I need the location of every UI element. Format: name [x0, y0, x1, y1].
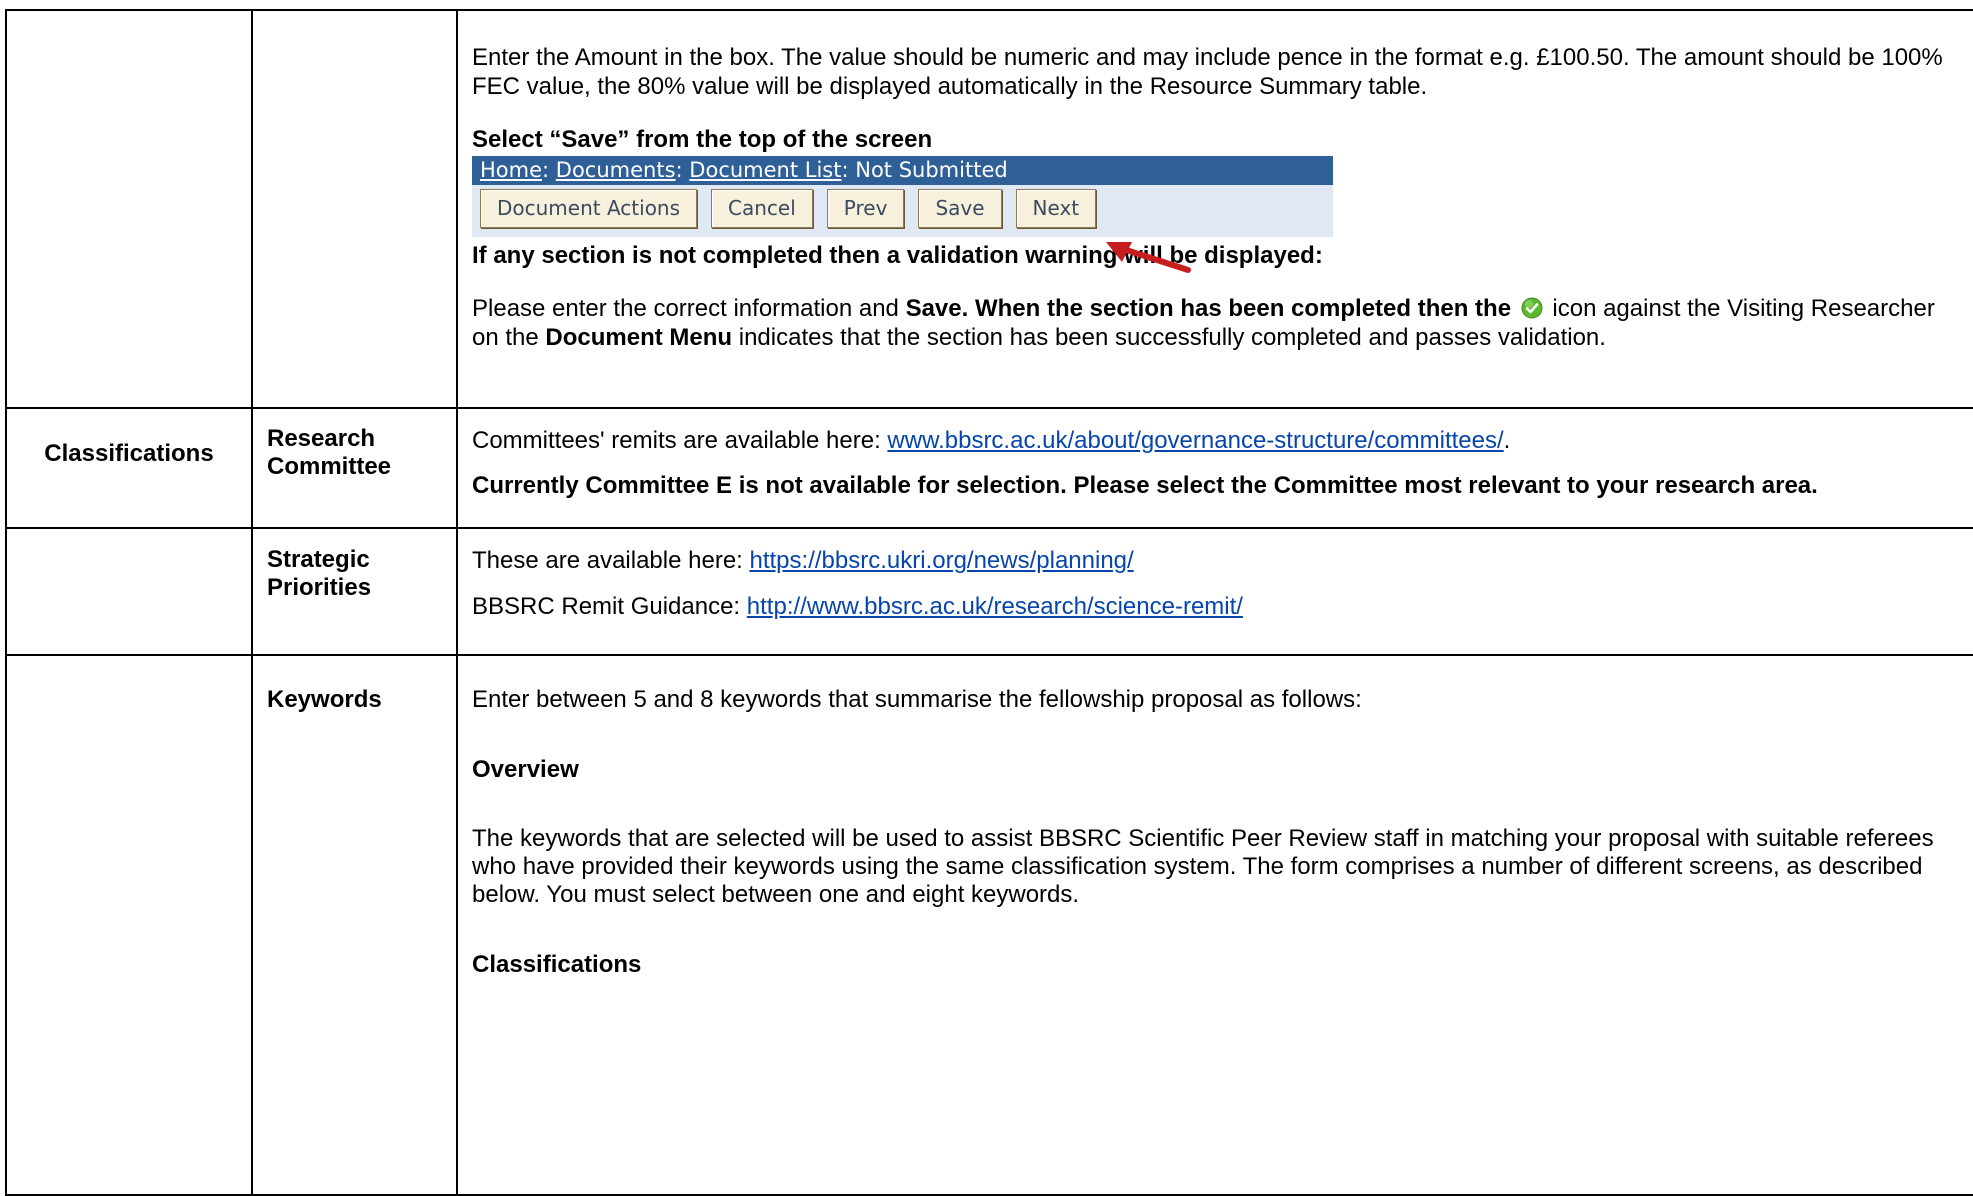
correct-info-bold: Document Menu: [545, 324, 733, 351]
save-button[interactable]: Save: [918, 189, 1002, 228]
breadcrumb-separator: :: [542, 158, 550, 182]
breadcrumb-documents[interactable]: Documents: [556, 158, 676, 182]
remit-guidance-label: BBSRC Remit Guidance:: [472, 593, 747, 620]
subsection-label-strategic-priorities: Strategic Priorities: [251, 527, 458, 656]
subsection-label-research-committee: Research Committee: [251, 407, 458, 529]
breadcrumb: Home: Documents: Document List: Not Subm…: [472, 156, 1333, 185]
content-cell: Enter the Amount in the box. The value s…: [456, 9, 1973, 409]
amount-instructions: Enter the Amount in the box. The value s…: [472, 44, 1943, 100]
committee-note: Currently Committee E is not available f…: [472, 472, 1818, 499]
overview-heading: Overview: [472, 756, 579, 783]
subsection-label-keywords: Keywords: [251, 654, 458, 1196]
breadcrumb-separator: :: [675, 158, 683, 182]
check-circle-icon: [1521, 297, 1543, 319]
science-remit-link[interactable]: http://www.bbsrc.ac.uk/research/science-…: [747, 593, 1243, 620]
red-arrow-icon: [1106, 242, 1191, 273]
priorities-label: These are available here:: [472, 547, 750, 574]
section-cell: [5, 527, 253, 656]
content-cell: Enter between 5 and 8 keywords that summ…: [456, 654, 1973, 1196]
keywords-intro: Enter between 5 and 8 keywords that summ…: [472, 686, 1362, 713]
breadcrumb-home[interactable]: Home: [480, 158, 542, 182]
toolbar-screenshot: Home: Documents: Document List: Not Subm…: [472, 156, 1333, 237]
table-row: Keywords Enter between 5 and 8 keywords …: [5, 654, 1973, 1196]
remits-text: Committees' remits are available here: w…: [472, 426, 1968, 455]
breadcrumb-status: Not Submitted: [855, 158, 1008, 182]
content-cell: These are available here: https://bbsrc.…: [456, 527, 1973, 656]
remit-guidance-text: BBSRC Remit Guidance: http://www.bbsrc.a…: [472, 592, 1968, 621]
content-cell: Committees' remits are available here: w…: [456, 407, 1973, 529]
committees-link[interactable]: www.bbsrc.ac.uk/about/governance-structu…: [887, 427, 1503, 454]
section-cell: [5, 9, 253, 409]
section-label-classifications: Classifications: [5, 407, 253, 529]
correct-info-part: Please enter the correct information and: [472, 295, 906, 322]
correct-info-bold: Save. When the section has been complete…: [905, 295, 1512, 322]
classifications-heading: Classifications: [472, 951, 642, 978]
select-save-instruction: Select “Save” from the top of the screen: [472, 126, 933, 153]
section-cell: [5, 654, 253, 1196]
validation-warning-text: If any section is not completed then a v…: [472, 242, 1323, 269]
toolbar: Document Actions Cancel Prev Save Next: [472, 185, 1333, 237]
breadcrumb-separator: :: [841, 158, 849, 182]
document-actions-button[interactable]: Document Actions: [480, 189, 698, 228]
planning-link[interactable]: https://bbsrc.ukri.org/news/planning/: [750, 547, 1134, 574]
breadcrumb-document-list[interactable]: Document List: [689, 158, 841, 182]
remits-suffix: .: [1503, 427, 1511, 454]
correct-info-text: Please enter the correct information and…: [472, 294, 1968, 352]
remits-label: Committees' remits are available here:: [472, 427, 888, 454]
prev-button[interactable]: Prev: [826, 189, 905, 228]
overview-text: The keywords that are selected will be u…: [472, 825, 1934, 908]
table-row: Strategic Priorities These are available…: [5, 527, 1973, 656]
table-row: Classifications Research Committee Commi…: [5, 407, 1973, 529]
next-button[interactable]: Next: [1015, 189, 1097, 228]
cancel-button[interactable]: Cancel: [711, 189, 813, 228]
correct-info-part: indicates that the section has been succ…: [732, 324, 1606, 351]
guidance-table: Enter the Amount in the box. The value s…: [5, 9, 1973, 1196]
subsection-cell: [251, 9, 458, 409]
table-row: Enter the Amount in the box. The value s…: [5, 9, 1973, 409]
priorities-text: These are available here: https://bbsrc.…: [472, 546, 1968, 575]
